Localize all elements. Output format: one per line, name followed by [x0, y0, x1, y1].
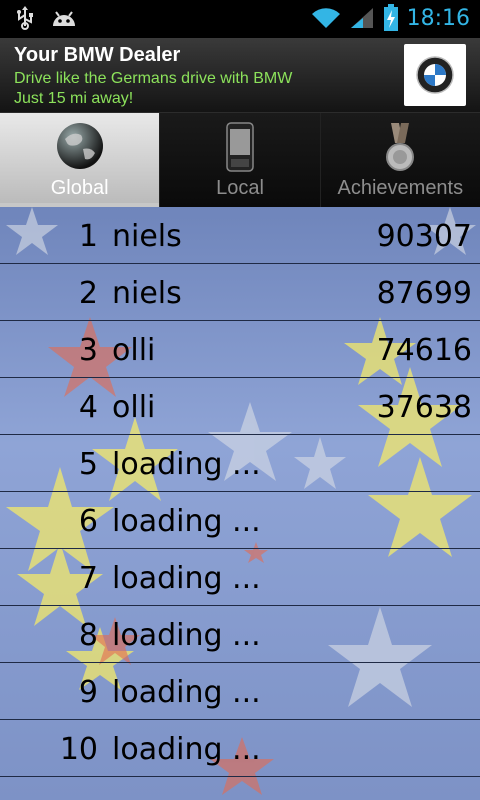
rank: 4 [78, 390, 98, 425]
medal-icon [383, 121, 417, 179]
rank: 5 [78, 447, 98, 482]
list-item[interactable]: 6 loading ... [0, 492, 480, 549]
list-item[interactable]: 1 niels 90307 [0, 207, 480, 264]
player-name: niels [112, 219, 182, 254]
rank: 3 [78, 333, 98, 368]
list-item[interactable]: 9 loading ... [0, 663, 480, 720]
list-item[interactable]: 4 olli 37638 [0, 378, 480, 435]
rank: 1 [78, 219, 98, 254]
usb-icon [14, 6, 36, 32]
player-name: niels [112, 276, 182, 311]
list-item[interactable]: 7 loading ... [0, 549, 480, 606]
android-icon [50, 6, 78, 32]
player-name: loading ... [112, 675, 261, 710]
player-name: loading ... [112, 447, 261, 482]
rank: 2 [78, 276, 98, 311]
score: 37638 [376, 390, 472, 425]
tab-global-label: Global [50, 177, 109, 199]
rank: 6 [78, 504, 98, 539]
clock: 18:16 [406, 5, 470, 31]
tab-bar: Global Local Achievements [0, 113, 480, 207]
phone-icon [225, 121, 255, 177]
rank: 8 [78, 618, 98, 653]
player-name: loading ... [112, 561, 261, 596]
player-name: loading ... [112, 504, 261, 539]
list-item[interactable]: 3 olli 74616 [0, 321, 480, 378]
rank: 7 [78, 561, 98, 596]
ad-line-2: Just 15 mi away! [14, 90, 134, 107]
player-name: loading ... [112, 732, 261, 767]
list-item[interactable]: 5 loading ... [0, 435, 480, 492]
list-item[interactable]: 8 loading ... [0, 606, 480, 663]
ad-title: Your BMW Dealer [14, 44, 181, 66]
leaderboard-list[interactable]: 1 niels 90307 2 niels 87699 3 olli 74616… [0, 207, 480, 800]
tab-local[interactable]: Local [160, 113, 321, 207]
list-item[interactable]: 2 niels 87699 [0, 264, 480, 321]
wifi-icon [311, 6, 341, 30]
status-bar: 18:16 [0, 0, 480, 38]
tab-local-label: Local [216, 177, 264, 199]
ad-banner[interactable]: Your BMW Dealer Drive like the Germans d… [0, 38, 480, 113]
score: 74616 [376, 333, 472, 368]
globe-icon [55, 121, 105, 175]
player-name: olli [112, 390, 156, 425]
ad-line-1: Drive like the Germans drive with BMW [14, 70, 293, 87]
list-item[interactable]: 10 loading ... [0, 720, 480, 777]
tab-achievements[interactable]: Achievements [320, 113, 480, 207]
score: 87699 [376, 276, 472, 311]
tab-achievements-label: Achievements [337, 177, 464, 199]
player-name: loading ... [112, 618, 261, 653]
score: 90307 [376, 219, 472, 254]
rank: 10 [59, 732, 98, 767]
signal-icon [349, 6, 375, 30]
player-name: olli [112, 333, 156, 368]
tab-global[interactable]: Global [0, 113, 161, 207]
bmw-logo-icon [404, 44, 466, 106]
battery-charging-icon [383, 4, 399, 32]
rank: 9 [78, 675, 98, 710]
